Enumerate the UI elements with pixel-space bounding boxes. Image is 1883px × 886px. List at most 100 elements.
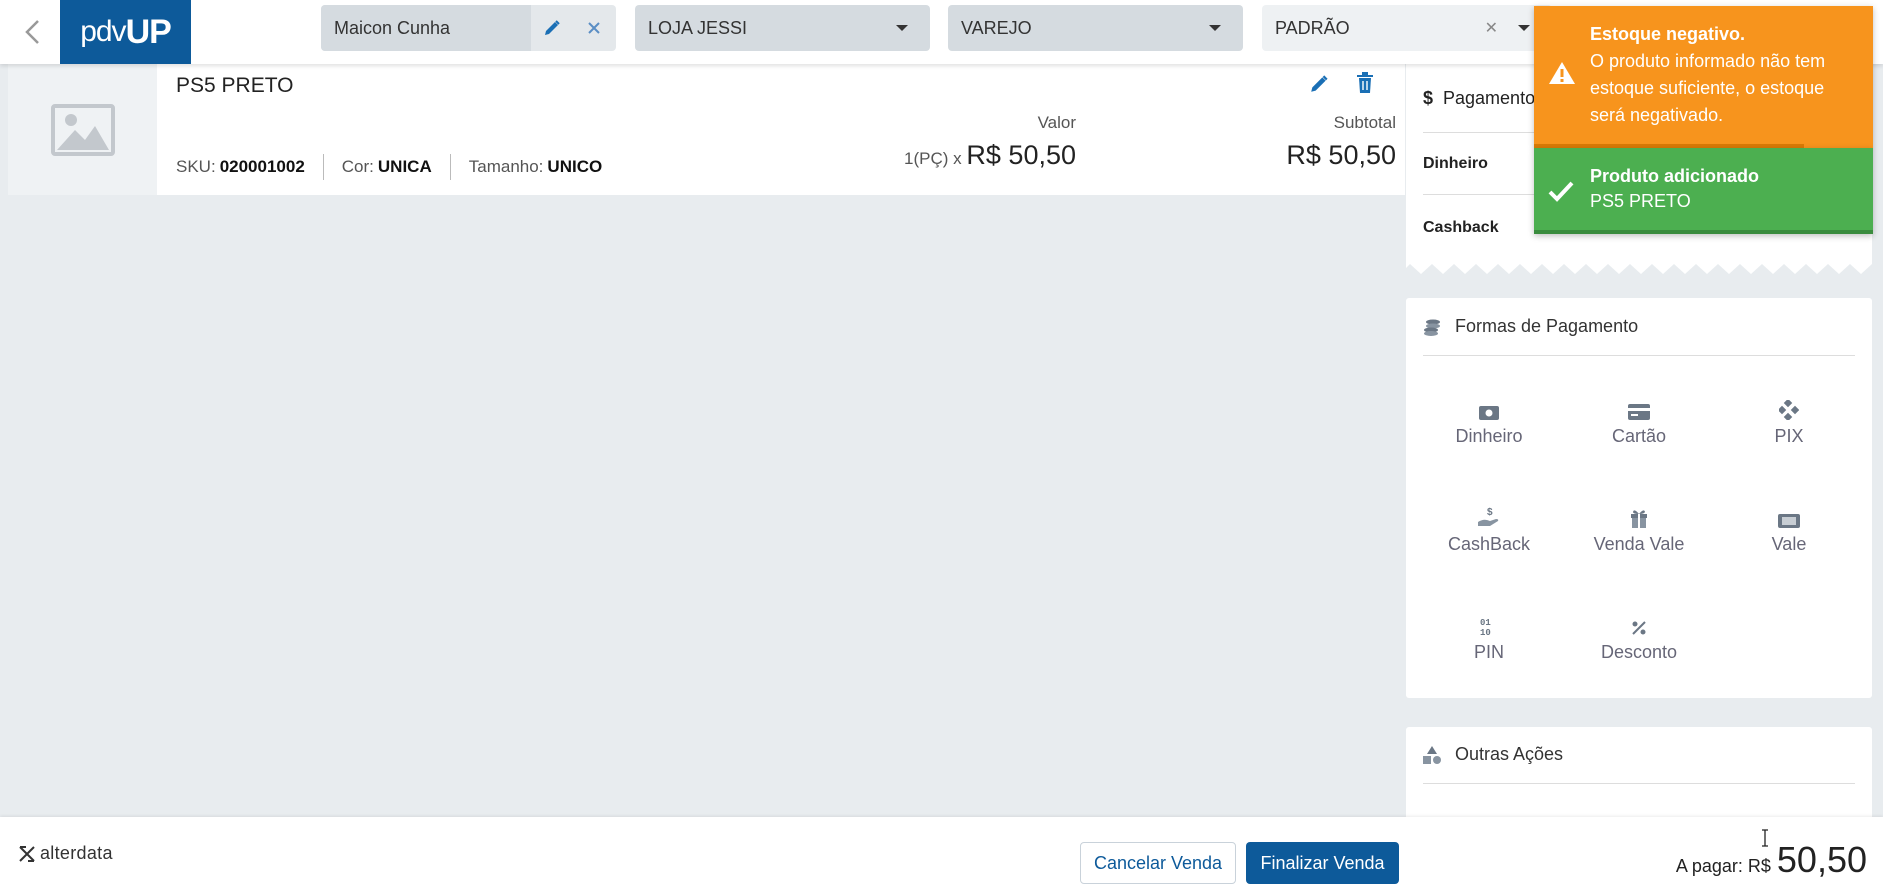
payment-option-pix[interactable]: PIX	[1714, 394, 1864, 447]
payment-option-label: PIX	[1774, 426, 1804, 446]
payment-forms-panel: Formas de Pagamento Dinheiro Cartão PIX …	[1406, 298, 1872, 698]
product-image-placeholder	[8, 64, 157, 195]
sale-type-value: VAREJO	[961, 17, 1032, 38]
text-cursor-icon	[1762, 829, 1768, 847]
svg-text:$: $	[1487, 507, 1493, 518]
logo-suffix: UP	[125, 12, 172, 51]
payment-option-label: CashBack	[1447, 534, 1531, 554]
payment-option-pin[interactable]: 01 10 PIN	[1414, 610, 1564, 663]
payment-forms-title: Formas de Pagamento	[1455, 316, 1639, 336]
chevron-down-icon	[1518, 25, 1530, 31]
pencil-icon	[1311, 75, 1328, 92]
payment-summary-header: $ Pagamento	[1423, 88, 1535, 109]
sale-type-select[interactable]: VAREJO	[948, 5, 1243, 51]
price-table-select[interactable]: PADRÃO ✕	[1262, 5, 1552, 51]
alterdata-mark-icon	[19, 845, 35, 862]
amount-due: A pagar: R$ 50,50	[1676, 839, 1867, 881]
payment-option-cashback[interactable]: $ CashBack	[1414, 502, 1564, 555]
receipt-zigzag-edge	[1406, 262, 1872, 274]
payment-forms-header: Formas de Pagamento	[1423, 316, 1638, 337]
checkmark-icon	[1548, 181, 1574, 202]
chevron-left-icon	[25, 20, 39, 44]
payment-summary-title: Pagamento	[1443, 88, 1536, 108]
voucher-icon	[1778, 514, 1800, 528]
payment-option-cash[interactable]: Dinheiro	[1414, 394, 1564, 447]
color-value: UNICA	[377, 157, 432, 176]
divider	[449, 154, 451, 180]
warning-icon	[1549, 62, 1575, 84]
other-actions-title: Outras Ações	[1455, 744, 1564, 764]
clear-icon[interactable]: ✕	[1485, 18, 1498, 38]
brand-name: alterdata	[40, 843, 113, 863]
money-icon	[1479, 406, 1499, 420]
sku-label: SKU:	[176, 157, 216, 176]
svg-text:10: 10	[1480, 628, 1491, 636]
payment-option-label: Venda Vale	[1593, 534, 1685, 554]
payment-option-voucher[interactable]: Vale	[1714, 502, 1864, 555]
success-message: PS5 PRETO	[1590, 191, 1691, 211]
quantity: 1(PÇ) x	[904, 149, 962, 168]
finish-sale-button[interactable]: Finalizar Venda	[1246, 842, 1399, 884]
edit-client-button[interactable]	[531, 5, 573, 51]
trash-icon	[1357, 72, 1373, 93]
sku-value: 020001002	[219, 157, 305, 176]
payment-option-card[interactable]: Cartão	[1564, 394, 1714, 447]
warning-title: Estoque negativo.	[1590, 24, 1746, 44]
warning-toast[interactable]: Estoque negativo. O produto informado nã…	[1534, 6, 1873, 148]
pencil-icon	[545, 20, 560, 35]
pin-icon: 0110	[1480, 618, 1491, 636]
payment-option-label: PIN	[1473, 642, 1504, 662]
svg-text:01: 01	[1480, 618, 1491, 628]
cancel-sale-button[interactable]: Cancelar Venda	[1080, 842, 1236, 884]
divider	[1423, 355, 1855, 356]
percent-icon	[1632, 621, 1646, 635]
cashback-icon: $	[1478, 507, 1499, 526]
value-label: Valor	[1037, 113, 1076, 132]
pdvup-logo: pdv UP	[60, 0, 191, 64]
payment-option-label: Cartão	[1611, 426, 1667, 446]
success-toast[interactable]: Produto adicionado PS5 PRETO	[1534, 148, 1873, 234]
other-actions-header: Outras Ações	[1423, 744, 1563, 765]
size-label: Tamanho:	[468, 157, 544, 176]
delete-product-button[interactable]	[1356, 72, 1374, 99]
card-icon	[1628, 404, 1650, 420]
payment-option-label: Vale	[1771, 534, 1807, 554]
pix-icon	[1779, 400, 1799, 420]
gift-icon	[1631, 510, 1647, 528]
product-name: PS5 PRETO	[176, 74, 294, 97]
amount-due-label: A pagar: R$	[1675, 856, 1771, 876]
close-icon	[588, 22, 600, 34]
store-select[interactable]: LOJA JESSI	[635, 5, 930, 51]
edit-product-button[interactable]	[1309, 74, 1329, 99]
image-icon	[50, 103, 115, 156]
payment-row-cashback: Cashback	[1423, 219, 1499, 236]
shapes-icon	[1423, 745, 1441, 764]
payment-option-label: Dinheiro	[1455, 426, 1523, 446]
payment-option-discount[interactable]: Desconto	[1564, 610, 1714, 663]
client-selector[interactable]: Maicon Cunha	[321, 5, 616, 51]
toast-progress-bar	[1534, 230, 1873, 234]
unit-value: 1(PÇ) x R$ 50,50	[888, 140, 1076, 171]
clear-client-button[interactable]	[573, 5, 615, 51]
store-value: LOJA JESSI	[648, 17, 748, 38]
coins-icon	[1424, 319, 1440, 336]
payment-option-gift-voucher[interactable]: Venda Vale	[1564, 502, 1714, 555]
price-table-value: PADRÃO	[1275, 17, 1350, 38]
divider	[1423, 783, 1855, 784]
back-button[interactable]	[14, 14, 50, 50]
divider	[322, 154, 324, 180]
client-name: Maicon Cunha	[321, 5, 531, 51]
success-title: Produto adicionado	[1590, 166, 1759, 186]
payment-option-label: Desconto	[1600, 642, 1678, 662]
color-label: Cor:	[341, 157, 374, 176]
footer-bar: alterdata Cancelar Venda Finalizar Venda…	[0, 817, 1883, 886]
unit-price: R$ 50,50	[966, 140, 1076, 170]
amount-due-value: 50,50	[1776, 839, 1867, 880]
payment-row-cash: Dinheiro	[1423, 155, 1488, 172]
product-attributes: SKU: 020001002 Cor: UNICA Tamanho: UNICO	[176, 154, 602, 180]
chevron-down-icon	[1209, 25, 1221, 31]
chevron-down-icon	[896, 25, 908, 31]
logo-prefix: pdv	[80, 15, 126, 48]
product-item-card: PS5 PRETO SKU: 020001002 Cor: UNICA Tamanh…	[8, 64, 1405, 195]
subtotal-value: R$ 50,50	[1286, 140, 1396, 170]
